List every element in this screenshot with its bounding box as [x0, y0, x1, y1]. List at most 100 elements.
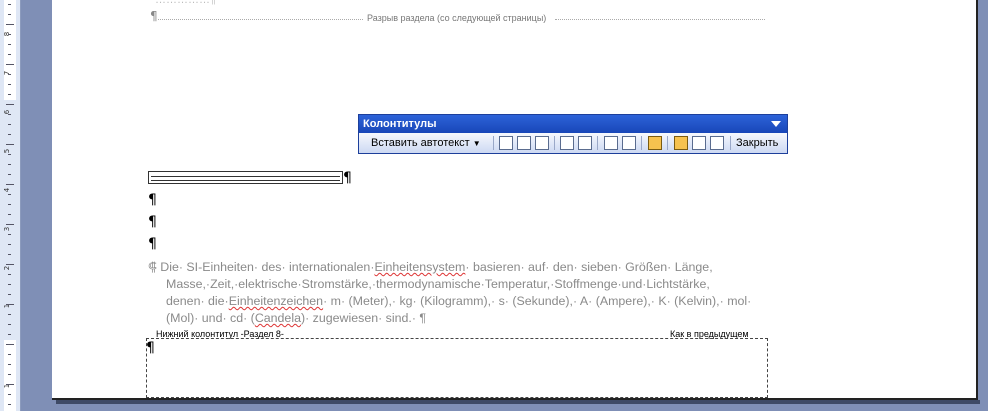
- section-break-line: [158, 19, 365, 20]
- body-text-span: Die· SI-Einheiten· des· internationalen·: [160, 260, 375, 274]
- same-as-previous-icon[interactable]: [648, 136, 662, 150]
- ruler-tick: [8, 364, 11, 365]
- toolbar-title: Колонтитулы: [363, 118, 437, 130]
- body-line: (Mol)· und· cd· (Candela)· zugewiesen· s…: [148, 310, 766, 327]
- paragraph-mark: ¶: [343, 170, 352, 186]
- ruler-tick: [6, 64, 14, 65]
- ruler-tick: [8, 274, 11, 275]
- table-border[interactable]: [148, 171, 343, 184]
- page-setup-icon[interactable]: [604, 136, 618, 150]
- ruler-tick: [8, 164, 11, 165]
- ruler-margin-area: [4, 0, 16, 100]
- ruler-tick: [8, 374, 11, 375]
- section-break-line: [555, 19, 765, 20]
- chevron-down-icon: ▼: [472, 139, 481, 148]
- ruler-tick: [8, 14, 11, 15]
- ruler-tick: [8, 334, 11, 335]
- insert-autotext-label: Вставить автотекст: [371, 137, 470, 149]
- paragraph-mark: ¶: [148, 192, 157, 208]
- ruler-tick: [6, 24, 14, 25]
- ruler-tick: [8, 234, 11, 235]
- ruler-number: 4: [3, 187, 12, 193]
- toolbar-title-bar[interactable]: Колонтитулы: [359, 115, 787, 133]
- show-previous-icon[interactable]: [692, 136, 706, 150]
- ruler-tick: [8, 134, 11, 135]
- toolbar-separator: [730, 136, 731, 150]
- insert-page-number-icon[interactable]: [499, 136, 513, 150]
- ruler-tick: [8, 174, 11, 175]
- ruler-tick: [8, 294, 11, 295]
- ruler-tick: [8, 154, 11, 155]
- body-text-span: (Mol)· und· cd· (: [166, 311, 255, 325]
- toolbar-options-icon[interactable]: [771, 121, 781, 127]
- footer-area[interactable]: [146, 338, 768, 398]
- ruler-number: 5: [3, 148, 12, 154]
- ruler-margin-area-bottom: [4, 340, 16, 411]
- section-break-label: Разрыв раздела (со следующей страницы): [364, 13, 550, 23]
- body-text-span: )· zugewiesen· sind.· ¶: [300, 311, 427, 325]
- ruler-tick: [8, 114, 11, 115]
- body-line: denen· die·Einheitenzeichen· m· (Meter),…: [148, 293, 766, 310]
- ruler-tick: [8, 94, 11, 95]
- paragraph-mark: ¶: [148, 214, 157, 230]
- header-footer-toolbar[interactable]: Колонтитулы Вставить автотекст ▼ Закрыть: [358, 114, 788, 154]
- ruler-tick: [6, 104, 14, 105]
- toolbar-separator: [493, 136, 494, 150]
- ruler-tick: [6, 384, 14, 385]
- toolbar-separator: [597, 136, 598, 150]
- switch-header-footer-icon[interactable]: [674, 136, 688, 150]
- toolbar-row: Вставить автотекст ▼ Закрыть: [359, 133, 787, 153]
- ruler-tick: [6, 264, 14, 265]
- spelling-error-word: Einheitensystem: [374, 260, 466, 274]
- paragraph-mark: ¶: [150, 9, 158, 23]
- ruler-tick: [8, 254, 11, 255]
- ruler-tick: [8, 74, 11, 75]
- format-page-number-icon[interactable]: [535, 136, 549, 150]
- body-text-span: · m· (Meter),· kg· (Kilogramm),· s· (Sek…: [323, 294, 752, 308]
- ruler-number: 3: [3, 226, 12, 232]
- ruler-tick: [8, 324, 11, 325]
- ruler-tick: [8, 44, 11, 45]
- ruler-tick: [8, 214, 11, 215]
- insert-date-icon[interactable]: [560, 136, 574, 150]
- insert-autotext-button[interactable]: Вставить автотекст ▼: [371, 135, 481, 151]
- ruler-tick: [8, 284, 11, 285]
- page-shadow: [56, 400, 980, 404]
- ruler-tick: [8, 4, 11, 5]
- insert-time-icon[interactable]: [578, 136, 592, 150]
- ruler-tick: [8, 194, 11, 195]
- ruler-tick: [8, 54, 11, 55]
- ruler-tick: [6, 144, 14, 145]
- spelling-error-word: Candela: [254, 311, 301, 325]
- body-text-span: · basieren· auf· den· sieben· Größen· Lä…: [465, 260, 713, 274]
- toolbar-separator: [554, 136, 555, 150]
- ruler-tick: [6, 184, 14, 185]
- insert-page-count-icon[interactable]: [517, 136, 531, 150]
- show-next-icon[interactable]: [710, 136, 724, 150]
- paragraph-mark: ¶: [148, 236, 157, 252]
- ruler-tick: [8, 404, 11, 405]
- body-line: Masse,·Zeit,·elektrische·Stromstärke,·th…: [166, 277, 710, 291]
- ruler-tick: [6, 344, 14, 345]
- partial-text-line: ……………¶: [155, 0, 216, 6]
- ruler-tick: [8, 314, 11, 315]
- close-button[interactable]: Закрыть: [736, 135, 778, 151]
- ruler-tick: [8, 34, 11, 35]
- body-line: ⸿ Die· SI-Einheiten· des· internationale…: [148, 259, 766, 276]
- ruler-tick: [8, 354, 11, 355]
- toolbar-separator: [641, 136, 642, 150]
- body-paragraph[interactable]: ⸿ Die· SI-Einheiten· des· internationale…: [148, 259, 766, 327]
- ruler-tick: [8, 84, 11, 85]
- ruler-number: 2: [3, 265, 12, 271]
- vertical-ruler[interactable]: 8 7 6 5 4 3 2 1 1: [0, 0, 21, 411]
- spelling-error-word: Einheitenzeichen: [228, 294, 324, 308]
- paragraph-mark: ¶: [146, 340, 155, 356]
- show-hide-text-icon[interactable]: [622, 136, 636, 150]
- ruler-tick: [8, 394, 11, 395]
- anchor-icon: ⸿: [148, 260, 157, 274]
- toolbar-separator: [667, 136, 668, 150]
- body-text-span: denen· die·: [166, 294, 229, 308]
- ruler-tick: [8, 124, 11, 125]
- ruler-tick: [6, 224, 14, 225]
- ruler-tick: [8, 244, 11, 245]
